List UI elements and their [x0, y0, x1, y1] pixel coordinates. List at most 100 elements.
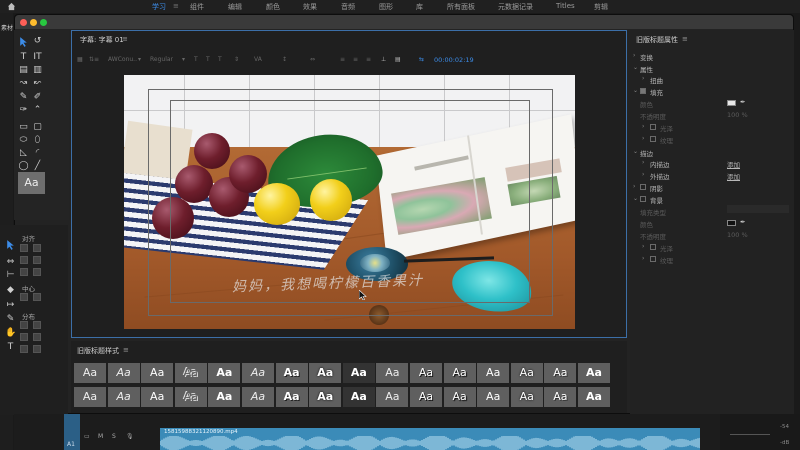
track-output-icon[interactable]: ▭: [84, 433, 90, 440]
workspace-tab-assembly[interactable]: 组件: [190, 2, 204, 12]
mute-track-button[interactable]: M: [98, 433, 103, 440]
prop-background[interactable]: 背景: [650, 195, 663, 205]
workspace-tab-metadata[interactable]: 元数据记录: [498, 2, 533, 12]
expand-arrow-icon[interactable]: ›: [633, 52, 635, 59]
track-select-icon[interactable]: ⇔: [5, 257, 16, 268]
arc-tool-icon[interactable]: ◜: [32, 148, 43, 159]
center-horizontal-icon[interactable]: [20, 293, 28, 301]
eyedropper-icon[interactable]: ✒: [740, 218, 745, 226]
align-middle-v-icon[interactable]: [33, 256, 41, 264]
title-tab[interactable]: 字幕: 字幕 01: [80, 35, 124, 45]
clipped-corner-rect-tool-icon[interactable]: ⬭: [18, 135, 29, 146]
path-type-tool-icon[interactable]: ↝: [18, 78, 29, 89]
kerning-icon[interactable]: VA: [254, 56, 262, 63]
hand-tool-icon[interactable]: ✋: [5, 328, 16, 339]
align-top-icon[interactable]: [20, 256, 28, 264]
workspace-tab-graphics[interactable]: 图形: [379, 2, 393, 12]
style-swatch[interactable]: Aa: [174, 363, 207, 383]
expand-arrow-icon[interactable]: ›: [642, 171, 644, 178]
background-video-icon[interactable]: ▤: [395, 56, 401, 63]
expand-arrow-icon[interactable]: ›: [633, 183, 635, 190]
align-left-text-icon[interactable]: ≡: [340, 56, 345, 63]
style-swatch[interactable]: Aa: [510, 363, 543, 383]
workspace-tab-editing[interactable]: 编辑: [228, 2, 242, 12]
style-swatch[interactable]: Aa: [477, 387, 510, 407]
distribute-middle-icon[interactable]: [20, 345, 28, 353]
font-family-select[interactable]: AWConu..: [108, 56, 137, 63]
sheen-checkbox[interactable]: [650, 124, 656, 130]
prop-shadow[interactable]: 阴影: [650, 183, 663, 193]
project-tab-label[interactable]: 素材: [1, 23, 13, 32]
vertical-area-type-tool-icon[interactable]: ▥: [32, 65, 43, 76]
font-size-icon[interactable]: ⇕: [234, 56, 239, 63]
workspace-tab-learn[interactable]: 学习: [152, 2, 166, 12]
underline-button[interactable]: T: [218, 56, 222, 63]
show-video-icon[interactable]: ⇆: [419, 56, 424, 63]
razor-icon[interactable]: ◆: [5, 285, 16, 296]
font-style-select[interactable]: Regular: [150, 56, 173, 63]
ripple-edit-icon[interactable]: ⊢: [5, 270, 16, 281]
chevron-down-icon[interactable]: ▾: [182, 56, 185, 63]
style-swatch[interactable]: Aa: [107, 363, 140, 383]
texture-checkbox[interactable]: [650, 136, 656, 142]
style-swatch[interactable]: Aa: [275, 387, 308, 407]
style-swatch[interactable]: Aa: [74, 387, 106, 407]
rounded-rect-tool-icon[interactable]: ⬯: [32, 135, 43, 146]
tab-stops-icon[interactable]: ⊥: [381, 56, 386, 63]
prop-transform[interactable]: 变换: [640, 52, 653, 62]
style-swatch[interactable]: Aa: [141, 363, 174, 383]
style-swatch[interactable]: Aa: [544, 387, 577, 407]
vertical-type-tool-icon[interactable]: IT: [32, 52, 43, 63]
style-swatch[interactable]: Aa: [410, 363, 442, 383]
workspace-menu-icon[interactable]: ≡: [173, 2, 179, 10]
fill-color-swatch[interactable]: [727, 100, 736, 106]
collapse-arrow-icon[interactable]: ⌄: [633, 195, 638, 202]
track-target-a1[interactable]: A1: [64, 414, 80, 450]
style-swatch[interactable]: Aa: [208, 387, 241, 407]
style-swatch[interactable]: Aa: [309, 363, 342, 383]
type-tool-small-icon[interactable]: T: [5, 342, 16, 353]
rounded-corner-rect-tool-icon[interactable]: ▢: [32, 122, 43, 133]
delete-anchor-tool-icon[interactable]: ✑: [18, 105, 29, 116]
style-swatch[interactable]: Aa: [510, 387, 543, 407]
align-left-icon[interactable]: [20, 244, 28, 252]
distribute-center-icon[interactable]: [33, 321, 41, 329]
style-swatch[interactable]: Aa: [477, 363, 510, 383]
style-swatch[interactable]: Aa: [141, 387, 174, 407]
style-swatch[interactable]: Aa: [107, 387, 140, 407]
prop-distort[interactable]: 扭曲: [650, 75, 663, 85]
style-swatch[interactable]: Aa: [410, 387, 442, 407]
expand-arrow-icon[interactable]: ›: [642, 75, 644, 82]
workspace-tab-audio[interactable]: 音频: [341, 2, 355, 12]
style-swatch[interactable]: Aa: [443, 363, 476, 383]
align-right-icon[interactable]: [20, 268, 28, 276]
tracking-icon[interactable]: ⇔: [310, 56, 315, 63]
center-vertical-icon[interactable]: [33, 293, 41, 301]
style-swatch[interactable]: Aa: [309, 387, 342, 407]
italic-button[interactable]: T: [206, 56, 210, 63]
add-inner-stroke-link[interactable]: 添加: [727, 159, 740, 169]
rotate-tool-icon[interactable]: ↺: [32, 36, 43, 47]
minimize-window-button[interactable]: [30, 19, 37, 26]
distribute-top-icon[interactable]: [33, 333, 41, 341]
bg-color-swatch[interactable]: [727, 220, 736, 226]
chevron-down-icon[interactable]: ▾: [138, 56, 141, 63]
slip-tool-icon[interactable]: ↦: [5, 300, 16, 311]
fill-type-dropdown[interactable]: [727, 205, 789, 213]
pen-tool-small-icon[interactable]: ✎: [5, 314, 16, 325]
background-timecode[interactable]: 00:00:02:19: [434, 56, 474, 64]
bg-sheen-checkbox[interactable]: [650, 244, 656, 250]
convert-anchor-tool-icon[interactable]: ⌃: [32, 105, 43, 116]
style-swatch[interactable]: Aa: [544, 363, 577, 383]
style-swatch[interactable]: Aa: [376, 363, 409, 383]
zoom-window-button[interactable]: [40, 19, 47, 26]
selection-tool-icon[interactable]: [18, 36, 29, 47]
workspace-tab-libraries[interactable]: 库: [416, 2, 423, 12]
workspace-tab-all-panels[interactable]: 所有面板: [447, 2, 475, 12]
new-title-icon[interactable]: ▦: [77, 56, 83, 63]
workspace-tab-color[interactable]: 颜色: [266, 2, 280, 12]
bg-texture-checkbox[interactable]: [650, 256, 656, 262]
fill-opacity-value[interactable]: 100 %: [727, 111, 748, 119]
style-swatch[interactable]: Aa: [578, 387, 610, 407]
home-icon[interactable]: [7, 2, 16, 11]
